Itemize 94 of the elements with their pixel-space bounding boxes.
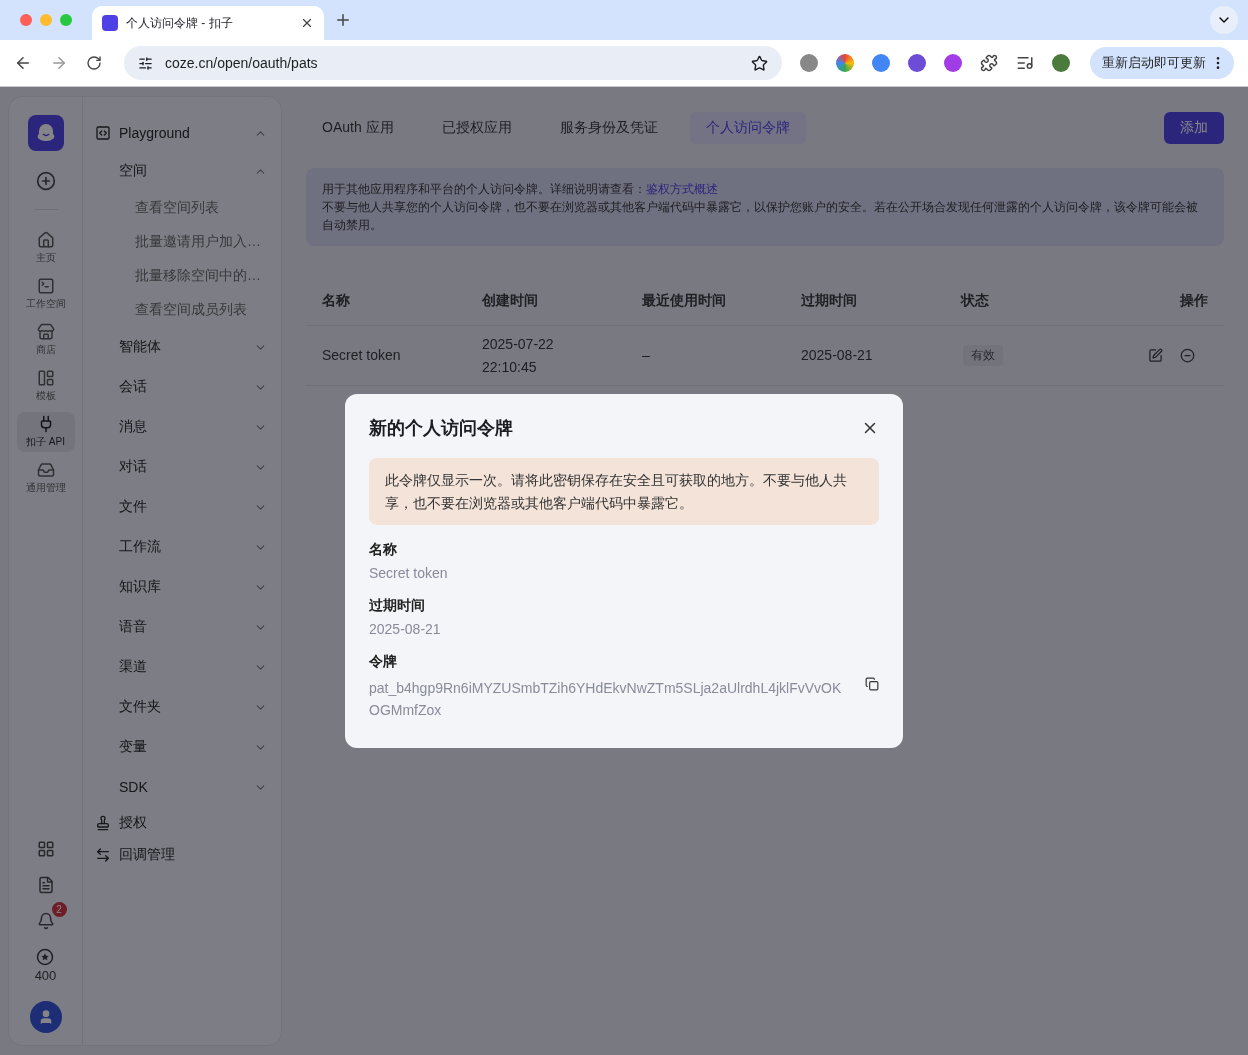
warning-text: 不要与他人共享您的个人访问令牌，也不要在浏览器或其他客户端代码中暴露它，以保护您账户的安全。若在公开场合发现任何泄露的个人访问令牌，该令牌可能会被自动禁用。 bbox=[322, 199, 1199, 234]
nav-item[interactable]: 会话 bbox=[95, 367, 267, 407]
code-window-icon bbox=[95, 125, 111, 141]
house-icon bbox=[36, 231, 55, 249]
field-value: 2025-08-21 bbox=[369, 621, 442, 637]
address-bar[interactable]: coze.cn/open/oauth/pats bbox=[124, 46, 782, 80]
store-icon bbox=[36, 323, 55, 341]
nav-item[interactable]: 变量 bbox=[95, 727, 267, 767]
extension-icon[interactable] bbox=[872, 54, 890, 72]
back-button[interactable] bbox=[14, 54, 32, 72]
rail-item[interactable]: 模板 bbox=[16, 366, 75, 406]
stamp-icon bbox=[95, 815, 111, 831]
bell-icon[interactable] bbox=[36, 912, 55, 930]
extension-icon[interactable] bbox=[944, 54, 962, 72]
rail-item[interactable]: 扣子 API bbox=[16, 412, 75, 452]
nav-item[interactable]: 知识库 bbox=[95, 567, 267, 607]
rail-item[interactable]: 通用管理 bbox=[16, 458, 75, 498]
field-label: 令牌 bbox=[369, 653, 398, 671]
nav-item[interactable]: SDK bbox=[95, 767, 267, 807]
extension-icon[interactable] bbox=[908, 54, 926, 72]
tab[interactable]: 已授权应用 bbox=[425, 112, 528, 144]
status-tag: 有效 bbox=[963, 345, 1003, 366]
copy-icon[interactable] bbox=[865, 677, 879, 691]
column-header: 最近使用时间 bbox=[642, 291, 727, 310]
field-label: 名称 bbox=[369, 541, 398, 559]
nav-item[interactable]: 语音 bbox=[95, 607, 267, 647]
arrows-icon bbox=[95, 847, 111, 863]
add-button[interactable]: 添加 bbox=[1164, 112, 1224, 144]
table-cell-text: 2025-07-22 22:10:45 bbox=[482, 335, 555, 377]
avatar-icon[interactable] bbox=[29, 1001, 62, 1033]
dialog-title: 新的个人访问令牌 bbox=[369, 417, 513, 441]
token-value: pat_b4hgp9Rn6iMYZUSmbTZih6YHdEkvNwZTm5SLja2aUlrdhL4jklFvVvOKOGMmfZox bbox=[369, 679, 843, 721]
field-label: 过期时间 bbox=[369, 597, 426, 615]
column-header: 创建时间 bbox=[482, 291, 539, 310]
edit-icon[interactable] bbox=[1148, 348, 1163, 363]
inbox-icon bbox=[36, 461, 55, 479]
tab-search-button[interactable] bbox=[1210, 6, 1238, 34]
tab[interactable]: OAuth 应用 bbox=[306, 112, 410, 144]
document-icon[interactable] bbox=[36, 876, 55, 894]
docs-link[interactable]: 鉴权方式概述 bbox=[646, 182, 718, 196]
forward-button[interactable] bbox=[50, 54, 68, 72]
table-cell-text: Secret token bbox=[322, 346, 402, 366]
column-header: 状态 bbox=[961, 291, 990, 310]
new-tab-button[interactable] bbox=[334, 11, 352, 29]
extensions-puzzle-icon[interactable] bbox=[980, 54, 998, 72]
close-light[interactable] bbox=[20, 14, 32, 26]
nav-item[interactable]: 对话 bbox=[95, 447, 267, 487]
profile-icon[interactable] bbox=[1052, 54, 1070, 72]
notification-badge: 2 bbox=[51, 902, 67, 917]
update-button[interactable]: 重新启动即可更新 bbox=[1090, 47, 1234, 79]
minus-circle-icon[interactable] bbox=[1180, 348, 1195, 363]
nav-item[interactable]: Playground bbox=[95, 115, 267, 151]
column-header: 过期时间 bbox=[801, 291, 858, 310]
column-header: 名称 bbox=[322, 291, 351, 310]
nav-item[interactable]: 回调管理 bbox=[95, 839, 267, 871]
nav-item[interactable]: 智能体 bbox=[95, 327, 267, 367]
create-icon[interactable] bbox=[35, 171, 56, 191]
nav-item[interactable]: 批量邀请用户加入… bbox=[95, 225, 267, 259]
nav-item[interactable]: 查看空间成员列表 bbox=[95, 293, 267, 327]
extension-icon[interactable] bbox=[800, 54, 818, 72]
field-value: Secret token bbox=[369, 565, 449, 581]
rail-item[interactable]: 主页 bbox=[16, 228, 75, 268]
bookmark-star-icon bbox=[751, 54, 768, 72]
nav-item[interactable]: 消息 bbox=[95, 407, 267, 447]
site-settings-icon bbox=[138, 55, 153, 71]
rail-item[interactable]: 商店 bbox=[16, 320, 75, 360]
logo-icon bbox=[27, 115, 64, 151]
tab[interactable]: 服务身份及凭证 bbox=[543, 112, 674, 144]
reload-button[interactable] bbox=[86, 55, 102, 71]
tab[interactable]: 个人访问令牌 bbox=[689, 112, 806, 144]
close-tab-button[interactable] bbox=[300, 16, 314, 30]
nav-item[interactable]: 文件夹 bbox=[95, 687, 267, 727]
extension-icon[interactable] bbox=[836, 54, 854, 72]
rail-item[interactable]: 工作空间 bbox=[16, 274, 75, 314]
star-circle-icon[interactable] bbox=[36, 948, 55, 966]
nav-item[interactable]: 工作流 bbox=[95, 527, 267, 567]
grid-icon[interactable] bbox=[36, 840, 55, 858]
nav-item[interactable]: 批量移除空间中的… bbox=[95, 259, 267, 293]
table-cell-text: – bbox=[642, 346, 651, 366]
points-count: 400 bbox=[34, 968, 57, 983]
table-cell-text: 2025-08-21 bbox=[801, 346, 874, 366]
browser-tab[interactable]: 个人访问令牌 - 扣子 bbox=[92, 6, 324, 40]
nav-item[interactable]: 查看空间列表 bbox=[95, 191, 267, 225]
layout-icon bbox=[36, 369, 55, 387]
nav-item[interactable]: 渠道 bbox=[95, 647, 267, 687]
column-header: 操作 bbox=[1180, 291, 1209, 310]
nav-item[interactable]: 文件 bbox=[95, 487, 267, 527]
warning-alert: 此令牌仅显示一次。请将此密钥保存在安全且可获取的地方。不要与他人共享，也不要在浏览器或其他客户端代码中暴露它。 bbox=[369, 458, 879, 525]
nav-item[interactable]: 空间 bbox=[95, 151, 267, 191]
terminal-icon bbox=[36, 277, 55, 295]
notice-text: 用于其他应用程序和平台的个人访问令牌。详细说明请查看：鉴权方式概述 bbox=[322, 181, 719, 198]
media-list-icon[interactable] bbox=[1016, 54, 1034, 72]
nav-item[interactable]: 授权 bbox=[95, 807, 267, 839]
favicon-icon bbox=[102, 15, 118, 31]
